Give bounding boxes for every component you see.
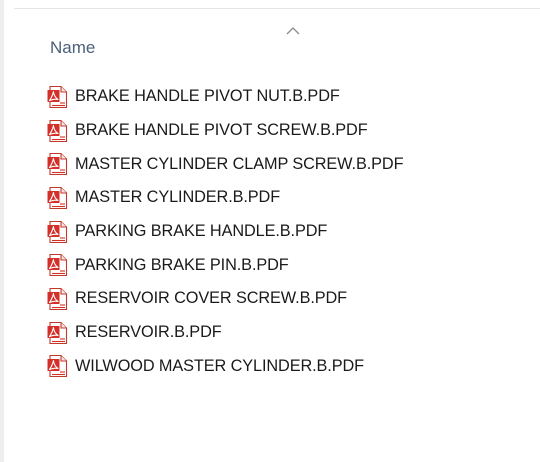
list-item[interactable]: RESERVOIR.B.PDF [40,316,540,350]
list-item[interactable]: PARKING BRAKE PIN.B.PDF [40,248,540,282]
file-name: MASTER CYLINDER.B.PDF [75,188,281,207]
list-item[interactable]: PARKING BRAKE HANDLE.B.PDF [40,215,540,249]
header-divider [14,8,540,9]
list-item[interactable]: BRAKE HANDLE PIVOT SCREW.B.PDF [40,114,540,148]
file-name: RESERVOIR COVER SCREW.B.PDF [75,289,348,308]
file-name: MASTER CYLINDER CLAMP SCREW.B.PDF [75,154,404,173]
pdf-file-icon [46,253,70,277]
pdf-file-icon [46,321,70,345]
pdf-file-icon [46,220,70,244]
pdf-file-icon [46,186,70,210]
file-name: PARKING BRAKE HANDLE.B.PDF [75,222,328,241]
list-item[interactable]: MASTER CYLINDER.B.PDF [40,181,540,215]
file-name: BRAKE HANDLE PIVOT SCREW.B.PDF [75,121,368,140]
pdf-file-icon [46,152,70,176]
column-header-label: Name [50,38,96,57]
file-name: WILWOOD MASTER CYLINDER.B.PDF [75,356,364,375]
list-item[interactable]: MASTER CYLINDER CLAMP SCREW.B.PDF [40,147,540,181]
pdf-file-icon [46,119,70,143]
file-name: RESERVOIR.B.PDF [75,323,222,342]
list-item[interactable]: BRAKE HANDLE PIVOT NUT.B.PDF [40,80,540,114]
pdf-file-icon [46,354,70,378]
list-item[interactable]: RESERVOIR COVER SCREW.B.PDF [40,282,540,316]
pane-left-border [0,0,4,462]
pdf-file-icon [46,287,70,311]
list-item[interactable]: WILWOOD MASTER CYLINDER.B.PDF [40,350,540,384]
file-list: BRAKE HANDLE PIVOT NUT.B.PDF BRAKE HANDL… [40,80,540,383]
pdf-file-icon [46,85,70,109]
file-name: PARKING BRAKE PIN.B.PDF [75,255,289,274]
column-header-name[interactable]: Name [50,33,300,63]
file-name: BRAKE HANDLE PIVOT NUT.B.PDF [75,87,340,106]
